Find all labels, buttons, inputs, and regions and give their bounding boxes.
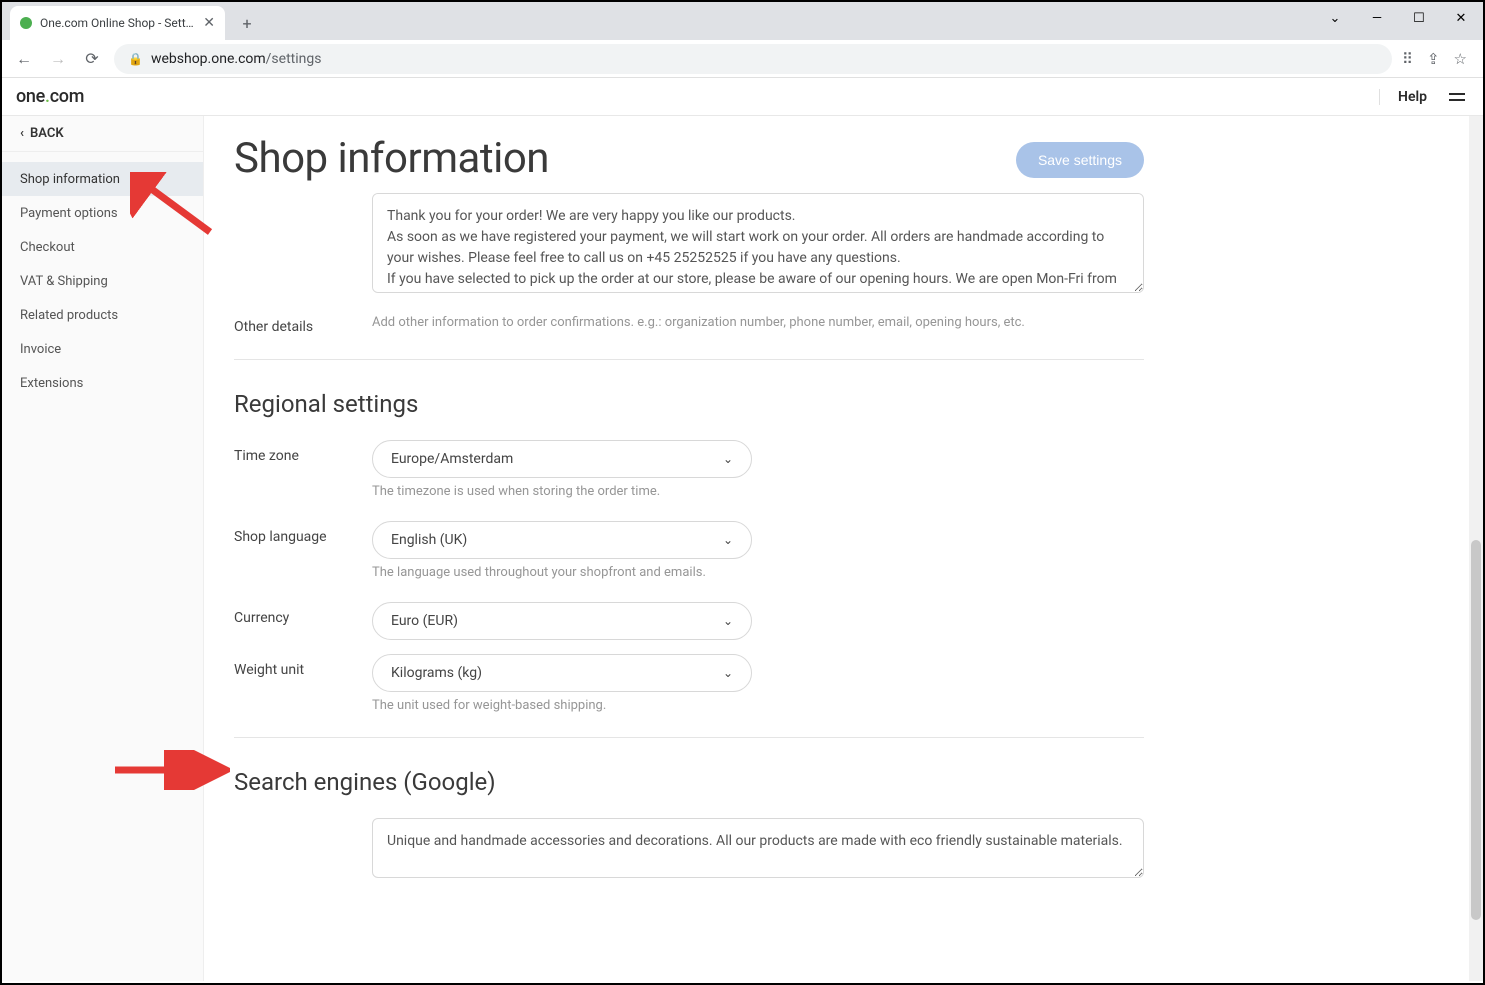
url-input[interactable]: 🔒 webshop.one.com/settings: [114, 44, 1392, 74]
back-icon[interactable]: ←: [12, 47, 36, 71]
weight-label: Weight unit: [234, 654, 372, 678]
chevron-left-icon: ‹: [20, 126, 24, 141]
timezone-helper: The timezone is used when storing the or…: [372, 484, 1144, 499]
other-details-placeholder: Add other information to order confirmat…: [372, 315, 1025, 330]
page-title: Shop information: [234, 134, 549, 183]
content: Shop information Save settings Other det…: [204, 116, 1483, 981]
weight-select[interactable]: Kilograms (kg) ⌄: [372, 654, 752, 692]
sidebar: ‹ BACK Shop information Payment options …: [2, 116, 204, 981]
chevron-down-icon: ⌄: [723, 452, 733, 466]
reload-icon[interactable]: ⟳: [80, 47, 104, 71]
section-divider: [234, 737, 1144, 738]
lock-icon: 🔒: [128, 52, 143, 66]
sidebar-item-extensions[interactable]: Extensions: [2, 366, 203, 400]
hamburger-icon[interactable]: [1449, 93, 1465, 101]
browser-chrome: One.com Online Shop - Settings ✕ + ⌄ — ☐…: [2, 2, 1483, 78]
url-domain: webshop.one.com: [151, 51, 266, 67]
annotation-arrow-bottom: [110, 750, 230, 790]
app-header: one.com Help: [2, 78, 1483, 116]
timezone-select[interactable]: Europe/Amsterdam ⌄: [372, 440, 752, 478]
address-bar-icons: ⠿ ⇪ ☆: [1402, 50, 1473, 68]
save-settings-button[interactable]: Save settings: [1016, 142, 1144, 178]
tab-title: One.com Online Shop - Settings: [40, 16, 195, 30]
address-bar: ← → ⟳ 🔒 webshop.one.com/settings ⠿ ⇪ ☆: [2, 40, 1483, 78]
sidebar-item-vat-shipping[interactable]: VAT & Shipping: [2, 264, 203, 298]
seo-heading: Search engines (Google): [234, 768, 1144, 796]
chevron-down-icon: ⌄: [723, 614, 733, 628]
bookmark-icon[interactable]: ☆: [1454, 50, 1467, 68]
browser-tab[interactable]: One.com Online Shop - Settings ✕: [10, 6, 225, 40]
regional-settings-heading: Regional settings: [234, 390, 1144, 418]
maximize-icon[interactable]: ☐: [1403, 4, 1435, 32]
window-controls: ⌄ — ☐ ✕: [1319, 2, 1477, 34]
back-link[interactable]: ‹ BACK: [2, 116, 203, 152]
close-window-icon[interactable]: ✕: [1445, 4, 1477, 32]
annotation-arrow-top: [130, 172, 220, 242]
new-tab-button[interactable]: +: [233, 9, 261, 37]
tab-bar: One.com Online Shop - Settings ✕ + ⌄ — ☐…: [2, 2, 1483, 40]
scrollbar-track[interactable]: [1469, 116, 1483, 981]
chevron-down-icon[interactable]: ⌄: [1319, 4, 1351, 32]
tab-favicon: [20, 17, 32, 29]
chevron-down-icon: ⌄: [723, 533, 733, 547]
chevron-down-icon: ⌄: [723, 666, 733, 680]
seo-description-textarea[interactable]: [372, 818, 1144, 878]
main-layout: ‹ BACK Shop information Payment options …: [2, 116, 1483, 981]
scrollbar-thumb[interactable]: [1471, 540, 1481, 921]
tab-close-icon[interactable]: ✕: [203, 15, 215, 31]
sidebar-item-invoice[interactable]: Invoice: [2, 332, 203, 366]
translate-icon[interactable]: ⠿: [1402, 50, 1413, 68]
forward-icon[interactable]: →: [46, 47, 70, 71]
confirmation-message-textarea[interactable]: [372, 193, 1144, 293]
sidebar-item-related-products[interactable]: Related products: [2, 298, 203, 332]
logo[interactable]: one.com: [16, 86, 84, 107]
language-helper: The language used throughout your shopfr…: [372, 565, 1144, 580]
other-details-label: Other details: [234, 311, 372, 335]
language-label: Shop language: [234, 521, 372, 545]
currency-select[interactable]: Euro (EUR) ⌄: [372, 602, 752, 640]
timezone-label: Time zone: [234, 440, 372, 464]
language-select[interactable]: English (UK) ⌄: [372, 521, 752, 559]
currency-label: Currency: [234, 602, 372, 626]
url-path: /settings: [266, 51, 322, 67]
minimize-icon[interactable]: —: [1361, 4, 1393, 32]
help-link[interactable]: Help: [1379, 89, 1427, 105]
weight-helper: The unit used for weight-based shipping.: [372, 698, 1144, 713]
share-icon[interactable]: ⇪: [1427, 50, 1440, 68]
section-divider: [234, 359, 1144, 360]
